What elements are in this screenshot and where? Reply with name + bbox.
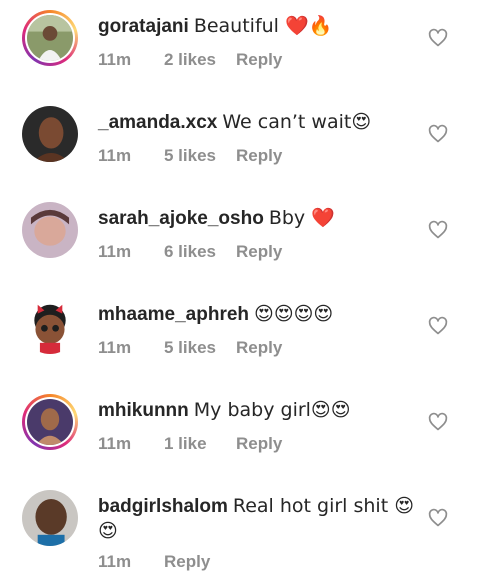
comment-username[interactable]: sarah_ajoke_osho xyxy=(98,208,264,229)
reply-button[interactable]: Reply xyxy=(236,50,282,70)
comment-text-line: _amanda.xcx We can’t wait😍 xyxy=(98,110,416,135)
reply-button[interactable]: Reply xyxy=(236,146,282,166)
reply-button[interactable]: Reply xyxy=(236,434,282,454)
comment-time: 11m xyxy=(98,146,132,165)
comment-item: goratajani Beautiful ❤️🔥 11m 2 likes Reply xyxy=(0,0,480,96)
comment-item: mhikunnn My baby girl😍😍 11m 1 like Reply xyxy=(0,384,480,480)
comment-text-line: sarah_ajoke_osho Bby ❤️ xyxy=(98,206,416,231)
comment-likes[interactable]: 2 likes xyxy=(164,50,236,70)
reply-button[interactable]: Reply xyxy=(164,552,210,572)
comment-item: _amanda.xcx We can’t wait😍 11m 5 likes Repl… xyxy=(0,96,480,192)
comment-text-line: mhikunnn My baby girl😍😍 xyxy=(98,398,416,423)
avatar[interactable] xyxy=(22,202,78,258)
comment-meta: 11m 2 likes Reply xyxy=(98,50,282,70)
comment-text-line: badgirlshalom Real hot girl shit 😍😍 xyxy=(98,494,416,544)
comment-meta: 11m 5 likes Reply xyxy=(98,338,282,358)
avatar-image xyxy=(22,298,78,354)
comment-time: 11m xyxy=(98,242,132,261)
avatar[interactable] xyxy=(22,490,78,546)
avatar[interactable] xyxy=(22,10,78,66)
comment-likes[interactable]: 1 like xyxy=(164,434,236,454)
heart-outline-icon[interactable] xyxy=(428,124,448,144)
comment-body: My baby girl😍😍 xyxy=(193,399,351,421)
comment-time: 11m xyxy=(98,50,132,69)
comment-item: badgirlshalom Real hot girl shit 😍😍 11m Re… xyxy=(0,480,480,585)
avatar[interactable] xyxy=(22,298,78,354)
comment-time: 11m xyxy=(98,434,132,453)
heart-outline-icon[interactable] xyxy=(428,508,448,528)
comment-item: mhaame_aphreh 😍😍😍😍 11m 5 likes Reply xyxy=(0,288,480,384)
comment-text-line: goratajani Beautiful ❤️🔥 xyxy=(98,14,416,39)
comment-username[interactable]: badgirlshalom xyxy=(98,496,228,517)
comment-username[interactable]: mhikunnn xyxy=(98,400,189,421)
comment-body: Bby ❤️ xyxy=(268,207,335,229)
heart-outline-icon[interactable] xyxy=(428,316,448,336)
avatar-image xyxy=(27,15,73,61)
comment-likes[interactable]: 5 likes xyxy=(164,146,236,166)
comment-meta: 11m 6 likes Reply xyxy=(98,242,282,262)
comment-body: We can’t wait😍 xyxy=(222,111,372,133)
avatar-image xyxy=(22,202,78,258)
comment-item: sarah_ajoke_osho Bby ❤️ 11m 6 likes Reply xyxy=(0,192,480,288)
comment-username[interactable]: mhaame_aphreh xyxy=(98,304,249,325)
reply-button[interactable]: Reply xyxy=(236,338,282,358)
comment-likes[interactable]: 6 likes xyxy=(164,242,236,262)
heart-outline-icon[interactable] xyxy=(428,412,448,432)
comment-meta: 11m 5 likes Reply xyxy=(98,146,282,166)
comment-meta: 11m 1 like Reply xyxy=(98,434,282,454)
reply-button[interactable]: Reply xyxy=(236,242,282,262)
comment-likes[interactable]: 5 likes xyxy=(164,338,236,358)
comment-time: 11m xyxy=(98,552,132,571)
comment-body: Beautiful ❤️🔥 xyxy=(193,15,333,37)
avatar-image xyxy=(27,399,73,445)
comment-text-line: mhaame_aphreh 😍😍😍😍 xyxy=(98,302,416,327)
avatar-image xyxy=(22,106,78,162)
avatar-image xyxy=(22,490,78,546)
comment-meta: 11m Reply xyxy=(98,552,210,572)
comment-body: 😍😍😍😍 xyxy=(254,303,334,325)
avatar[interactable] xyxy=(22,394,78,450)
heart-outline-icon[interactable] xyxy=(428,220,448,240)
comment-username[interactable]: _amanda.xcx xyxy=(98,112,217,133)
comment-username[interactable]: goratajani xyxy=(98,16,189,37)
comment-time: 11m xyxy=(98,338,132,357)
heart-outline-icon[interactable] xyxy=(428,28,448,48)
avatar[interactable] xyxy=(22,106,78,162)
